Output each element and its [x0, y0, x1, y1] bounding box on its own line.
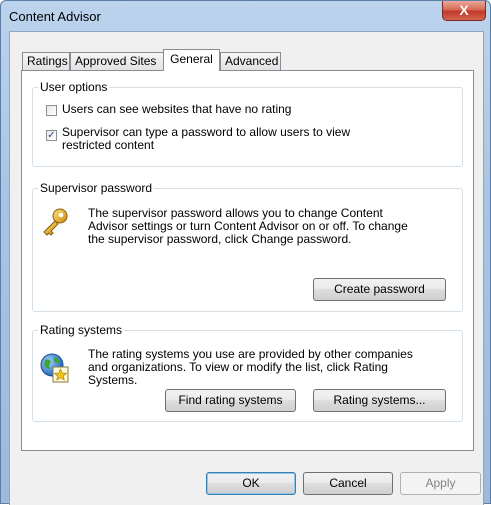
- close-button[interactable]: X: [442, 1, 486, 21]
- title-bar[interactable]: Content Advisor X: [1, 1, 490, 31]
- supervisor-password-checkbox[interactable]: ✓: [46, 130, 57, 141]
- content-advisor-window: Content Advisor X Ratings Approved Sites…: [0, 0, 491, 505]
- supervisor-password-description: The supervisor password allows you to ch…: [88, 206, 408, 246]
- supervisor-password-label: Supervisor can type a password to allow …: [62, 125, 351, 152]
- supervisor-password-group: Supervisor password The supervisor passw: [32, 181, 463, 312]
- cancel-button[interactable]: Cancel: [303, 472, 393, 495]
- rating-systems-title: Rating systems: [38, 323, 125, 337]
- rating-systems-group: Rating systems The rating systems you us…: [32, 323, 463, 422]
- tab-approved-sites[interactable]: Approved Sites: [70, 52, 164, 70]
- user-options-title: User options: [38, 80, 110, 94]
- create-password-button[interactable]: Create password: [313, 278, 446, 301]
- apply-button[interactable]: Apply: [400, 472, 481, 495]
- key-icon: [39, 206, 71, 238]
- tab-general[interactable]: General: [163, 49, 220, 71]
- general-tab-panel: User options Users can see websites that…: [21, 70, 474, 451]
- tab-ratings[interactable]: Ratings: [22, 52, 70, 70]
- rating-systems-button[interactable]: Rating systems...: [313, 389, 446, 412]
- user-options-group: User options Users can see websites that…: [32, 80, 463, 167]
- globe-certificate-icon: [39, 352, 71, 384]
- tab-advanced[interactable]: Advanced: [220, 52, 281, 70]
- no-rating-checkbox[interactable]: [46, 105, 57, 116]
- no-rating-label: Users can see websites that have no rati…: [62, 102, 292, 116]
- find-rating-systems-button[interactable]: Find rating systems: [165, 389, 296, 412]
- ok-button[interactable]: OK: [206, 472, 296, 495]
- rating-systems-description: The rating systems you use are provided …: [88, 347, 413, 387]
- supervisor-password-title: Supervisor password: [38, 181, 155, 195]
- window-title: Content Advisor: [9, 9, 101, 24]
- dialog-client-area: Ratings Approved Sites General Advanced …: [9, 31, 484, 505]
